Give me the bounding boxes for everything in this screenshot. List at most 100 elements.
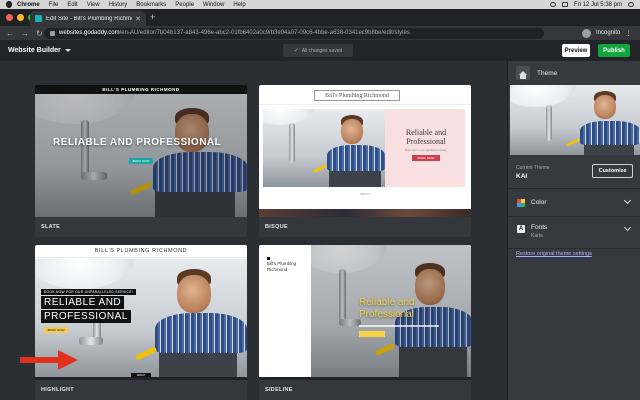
tab-title: Edit Site - Bill's Plumbing Richmond [46,15,133,22]
current-theme-row: Current Theme KAI Customize [508,155,640,189]
new-tab-icon[interactable]: + [150,12,155,22]
check-icon: ✓ [293,48,299,54]
search-icon[interactable] [628,2,634,7]
home-icon [519,71,527,79]
font-icon: A [517,225,525,233]
slate-brand: BILL'S PLUMBING RICHMOND [35,85,247,94]
theme-panel-title: Theme [537,69,558,77]
nav-buttons: ← → ↻ [0,29,44,38]
bisque-brand: Bill's Plumbing Richmond [314,90,400,101]
theme-label-bisque: BISQUE [259,217,471,237]
back-arrow-icon[interactable]: ← [6,29,14,38]
theme-card-highlight[interactable]: BILL'S PLUMBING RICHMOND BOOK NOW FOR OU… [35,245,247,400]
incognito-icon[interactable] [582,28,591,38]
theme-card-slate[interactable]: BILL'S PLUMBING RICHMOND RELIABLE AND PR… [35,85,247,237]
color-label: Color [531,199,547,206]
sideline-headline: Reliable and Professional [359,297,415,320]
reload-icon[interactable]: ↻ [36,29,43,38]
bisque-headline: Reliable and Professional [405,128,447,147]
sideline-brand: Bill's Plumbing Richmond [267,261,297,272]
menu-history[interactable]: History [109,2,128,8]
fonts-value: Karla [531,233,543,239]
menu-view[interactable]: View [87,2,100,8]
theme-panel: Theme Current Theme KAI Customize Color … [507,61,640,400]
fonts-label: Fonts [531,224,548,231]
red-arrow-icon [20,350,78,370]
profile-area: Incognito ⋮ [544,28,631,38]
highlight-headline-1: RELIABLE AND [41,296,125,309]
sideline-sidebar: Bill's Plumbing Richmond [259,245,311,377]
current-theme-value: KAI [516,173,528,180]
chevron-down-icon [623,196,632,205]
menu-file[interactable]: File [49,2,59,8]
restore-theme-link[interactable]: Restore original theme settings [516,251,592,257]
sideline-headline-1: Reliable and [359,297,415,308]
address-bar-row: ← → ↻ websites.godaddy.com /en-AU/editor… [0,26,640,40]
customize-button[interactable]: Customize [592,164,633,178]
status-area: Fri 12 Jul 5:38 pm [549,2,640,8]
bisque-cta: BOOK NOW [412,155,440,161]
site-favicon-icon [35,15,42,22]
theme-thumbnail-sideline: Bill's Plumbing Richmond Reliable and Pr… [259,245,471,377]
home-button[interactable] [516,66,530,80]
bisque-subtitle: Book now for your appointment today! [404,149,448,152]
save-status: ✓ All changes saved [283,44,353,57]
color-option[interactable]: Color [508,189,640,217]
menu-people[interactable]: People [175,2,194,8]
slate-cta: BOOK NOW [129,158,153,164]
minimize-window-icon[interactable] [17,14,24,21]
theme-label-slate: SLATE [35,217,247,237]
bisque-about: ABOUT [359,192,371,196]
website-builder-menu[interactable]: Website Builder [0,47,71,54]
sideline-headline-2: Professional [359,308,415,320]
url-path: /en-AU/editor/7b04b137-a843-496e-abc2-01… [119,30,410,36]
theme-panel-header: Theme [508,61,640,85]
fonts-option[interactable]: A Fonts Karla [508,217,640,249]
publish-button[interactable]: Publish [598,44,630,57]
highlight-cta: BOOK NOW [44,327,68,333]
slate-headline: RELIABLE AND PROFESSIONAL [53,137,222,148]
forward-arrow-icon[interactable]: → [21,29,29,38]
clock[interactable]: Fri 12 Jul 5:38 pm [574,2,622,8]
close-tab-icon[interactable]: ✕ [135,15,141,23]
theme-thumbnail-bisque: Bill's Plumbing Richmond Reliable and Pr… [259,85,471,217]
website-builder-toolbar: Website Builder ✓ All changes saved Prev… [0,40,640,61]
menu-bookmarks[interactable]: Bookmarks [136,2,166,8]
menu-help[interactable]: Help [233,2,245,8]
incognito-label: Incognito [596,30,621,36]
save-status-text: All changes saved [301,47,343,54]
menu-edit[interactable]: Edit [67,2,77,8]
menu-window[interactable]: Window [203,2,224,8]
close-window-icon[interactable] [6,14,13,21]
app-menus: Chrome File Edit View History Bookmarks … [17,2,246,8]
theme-label-sideline: SIDELINE [259,380,471,400]
plumber-photo [510,85,640,155]
battery-icon[interactable] [561,2,568,7]
highlight-tagline: BOOK NOW FOR OUR UNPARALLELED SERVICE! [41,289,136,295]
browser-tab[interactable]: Edit Site - Bill's Plumbing Richmond ✕ [30,11,146,26]
current-theme-preview [510,85,640,155]
chevron-down-icon [623,223,632,232]
menu-app[interactable]: Chrome [17,2,40,8]
apple-icon[interactable] [6,1,12,8]
preview-button[interactable]: Preview [562,44,590,57]
website-builder-title: Website Builder [8,47,61,54]
plumber-photo [35,94,247,217]
caret-down-icon [64,49,71,52]
more-icon[interactable]: ⋮ [625,30,631,37]
highlight-brand: BILL'S PLUMBING RICHMOND [94,248,188,254]
current-theme-label: Current Theme [516,165,550,171]
lock-icon [50,30,55,36]
theme-card-sideline[interactable]: Bill's Plumbing Richmond Reliable and Pr… [259,245,471,400]
theme-label-highlight: HIGHLIGHT [35,380,247,400]
sideline-cta [359,331,385,337]
mac-menubar: Chrome File Edit View History Bookmarks … [0,0,640,9]
url-host: websites.godaddy.com [59,30,120,36]
highlight-headline-2: PROFESSIONAL [41,310,131,323]
url-field[interactable]: websites.godaddy.com /en-AU/editor/7b04b… [44,27,544,39]
theme-thumbnail-slate: BILL'S PLUMBING RICHMOND RELIABLE AND PR… [35,85,247,217]
wifi-icon[interactable] [549,2,556,7]
color-palette-icon [517,199,525,207]
highlight-about: ABOUT [131,373,151,377]
theme-card-bisque[interactable]: Bill's Plumbing Richmond Reliable and Pr… [259,85,471,237]
